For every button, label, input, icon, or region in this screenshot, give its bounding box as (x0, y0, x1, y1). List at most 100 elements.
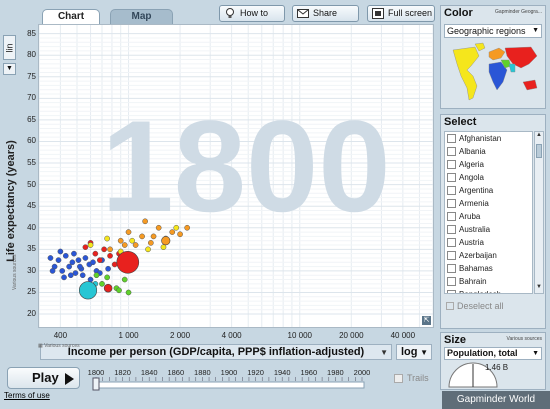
country-bubble-large (116, 250, 140, 274)
full-screen-button[interactable]: Full screen (367, 5, 435, 22)
y-axis-selector[interactable]: Life expectancy (years) (3, 75, 19, 330)
country-bubble (55, 257, 62, 263)
time-track[interactable] (93, 381, 365, 389)
country-checkbox[interactable] (447, 290, 456, 293)
country-checkbox[interactable] (447, 173, 456, 182)
color-panel: Color Gapminder Geogra... Geographic reg… (440, 5, 546, 109)
time-year-label: 1800 (88, 368, 105, 377)
country-checkbox[interactable] (447, 238, 456, 247)
country-name: Aruba (459, 212, 481, 221)
deselect-all-button[interactable]: Deselect all (446, 301, 504, 311)
x-axis-selector[interactable]: Income per person (GDP/capita, PPP$ infl… (40, 344, 392, 360)
country-bubble (93, 272, 100, 279)
color-indicator-select[interactable]: Geographic regions ▼ (444, 24, 542, 38)
country-checkbox[interactable] (447, 225, 456, 234)
country-bubble (92, 250, 99, 257)
play-button[interactable]: Play (7, 367, 80, 389)
y-scale-label: lin (4, 43, 15, 53)
year-watermark: 1800 (101, 93, 390, 239)
country-list-item[interactable]: Argentina (445, 184, 532, 197)
country-list-scrollbar[interactable]: ▲ ▼ (534, 131, 544, 294)
country-checkbox[interactable] (447, 147, 456, 156)
trails-checkbox[interactable] (394, 374, 403, 383)
country-list-item[interactable]: Austria (445, 236, 532, 249)
y-tick-label: 45 (27, 201, 36, 211)
y-axis-dropdown-arrow-icon[interactable]: ▼ (3, 63, 16, 75)
time-year-label: 1900 (221, 368, 238, 377)
time-year-label: 1820 (114, 368, 131, 377)
country-checkbox[interactable] (447, 212, 456, 221)
country-bubble-large (161, 236, 171, 246)
color-indicator-value: Geographic regions (447, 26, 526, 36)
country-list-item[interactable]: Armenia (445, 197, 532, 210)
size-panel-source[interactable]: Various sources (507, 336, 542, 342)
country-list-item[interactable]: Albania (445, 145, 532, 158)
time-year-label: 2000 (354, 368, 371, 377)
country-list-item[interactable]: Bahrain (445, 275, 532, 288)
share-graph-button[interactable]: Share graph (292, 5, 359, 33)
country-name: Australia (459, 225, 491, 234)
trails-label: Trails (407, 373, 429, 383)
country-checkbox[interactable] (447, 186, 456, 195)
country-list[interactable]: Afghanistan Albania Algeria Angola Argentina… (444, 131, 533, 294)
scroll-up-icon[interactable]: ▲ (535, 132, 543, 141)
chevron-down-icon: ▼ (532, 27, 539, 34)
scroll-down-icon[interactable]: ▼ (535, 284, 543, 293)
country-list-item[interactable]: Australia (445, 223, 532, 236)
country-name: Azerbaijan (459, 251, 497, 260)
country-list-item[interactable]: Angola (445, 171, 532, 184)
y-tick-label: 20 (27, 309, 36, 319)
country-bubble (173, 224, 180, 231)
time-handle[interactable] (92, 377, 100, 391)
y-tick-label: 65 (27, 114, 36, 124)
country-name: Bahamas (459, 264, 493, 273)
country-checkbox[interactable] (447, 264, 456, 273)
scroll-thumb[interactable] (536, 144, 542, 158)
size-indicator-select[interactable]: Population, total ▼ (444, 347, 542, 360)
x-various-sources-label: Various sources (44, 343, 80, 349)
y-tick-label: 60 (27, 136, 36, 146)
gapminder-app: Chart Map How to use Share graph Full sc… (0, 0, 550, 409)
play-label: Play (32, 370, 59, 385)
how-to-use-button[interactable]: How to use (219, 5, 285, 33)
country-list-item[interactable]: Bangladesh (445, 288, 532, 293)
country-name: Armenia (459, 199, 489, 208)
country-name: Angola (459, 173, 484, 182)
country-bubble-large (103, 283, 113, 293)
scatter-plot[interactable]: 1800 (39, 25, 433, 327)
country-checkbox[interactable] (447, 199, 456, 208)
country-bubble (116, 287, 122, 294)
country-list-item[interactable]: Aruba (445, 210, 532, 223)
country-list-item[interactable]: Azerbaijan (445, 249, 532, 262)
time-slider[interactable]: 1800 1820 1840 1860 1880 1900 1920 1940 1960 1980… (84, 363, 384, 393)
x-tick-label: 1 000 (118, 331, 139, 340)
tab-map[interactable]: Map (110, 9, 173, 24)
country-list-item[interactable]: Algeria (445, 158, 532, 171)
country-list-item[interactable]: Bahamas (445, 262, 532, 275)
country-checkbox[interactable] (447, 251, 456, 260)
country-bubble (142, 218, 148, 225)
y-tick-label: 50 (27, 179, 36, 189)
country-checkbox[interactable] (447, 277, 456, 286)
country-bubble (87, 242, 94, 248)
country-checkbox[interactable] (447, 160, 456, 169)
region-world-map[interactable] (445, 42, 543, 104)
tab-chart[interactable]: Chart (42, 9, 100, 24)
fullscreen-icon (372, 8, 384, 19)
country-bubble (79, 272, 86, 279)
terms-of-use-link[interactable]: Terms of use (4, 391, 50, 400)
trails-toggle[interactable]: Trails (388, 372, 434, 386)
x-tick-label: 20 000 (339, 331, 364, 340)
x-tick-label: 400 (53, 331, 68, 340)
country-list-item[interactable]: Afghanistan (445, 132, 532, 145)
country-bubble-large (78, 281, 98, 300)
chart-area[interactable]: 1800 ⇱ (38, 24, 434, 328)
y-various-sources[interactable]: Various sources (12, 255, 18, 290)
zoom-corner-icon[interactable]: ⇱ (422, 316, 431, 325)
y-scale-toggle[interactable]: lin (3, 35, 16, 60)
time-year-label: 1960 (300, 368, 317, 377)
x-scale-selector[interactable]: log ▼ (396, 344, 432, 360)
country-checkbox[interactable] (447, 134, 456, 143)
x-various-sources[interactable]: ▦ Various sources (38, 343, 80, 349)
color-panel-source[interactable]: Gapminder Geogra... (495, 9, 542, 15)
